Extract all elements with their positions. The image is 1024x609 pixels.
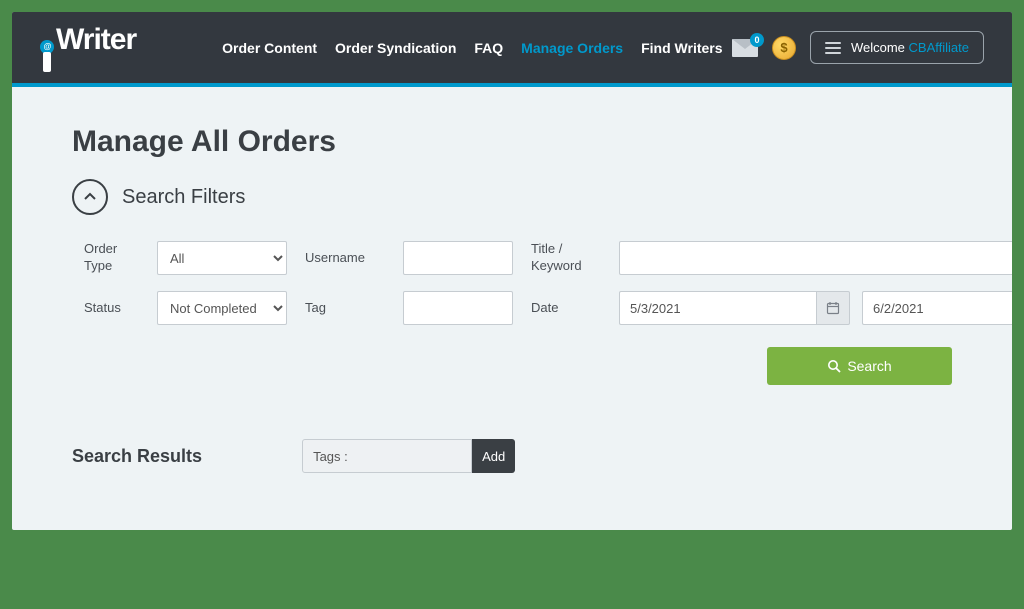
date-to-input[interactable] — [862, 291, 1012, 325]
nav-find-writers[interactable]: Find Writers — [641, 40, 722, 56]
logo[interactable]: @ Writer — [40, 23, 136, 72]
filters-header: Search Filters — [72, 179, 952, 215]
welcome-prefix: Welcome — [851, 40, 909, 55]
hamburger-icon — [825, 42, 841, 54]
chevron-up-icon — [83, 190, 97, 204]
order-type-select[interactable]: All — [157, 241, 287, 275]
date-label: Date — [531, 300, 601, 317]
topbar: @ Writer Order Content Order Syndication… — [12, 12, 1012, 87]
date-from-input[interactable] — [619, 291, 816, 325]
calendar-icon — [826, 301, 840, 315]
add-tag-button[interactable]: Add — [472, 439, 515, 473]
search-button-label: Search — [847, 358, 891, 374]
results-row: Search Results Add — [72, 439, 952, 473]
page-title: Manage All Orders — [72, 125, 952, 159]
app-frame: @ Writer Order Content Order Syndication… — [12, 12, 1012, 530]
date-row — [619, 291, 1012, 325]
order-type-label: Order Type — [84, 241, 139, 275]
tag-input[interactable] — [403, 291, 513, 325]
nav-faq[interactable]: FAQ — [474, 40, 503, 56]
logo-text: Writer — [56, 23, 136, 57]
tag-label: Tag — [305, 300, 385, 317]
logo-i-icon: @ — [40, 40, 54, 72]
search-button-row: Search — [72, 347, 952, 385]
nav-order-content[interactable]: Order Content — [222, 40, 317, 56]
nav: Order Content Order Syndication FAQ Mana… — [222, 40, 722, 56]
nav-order-syndication[interactable]: Order Syndication — [335, 40, 456, 56]
title-keyword-label: Title / Keyword — [531, 241, 601, 275]
mail-badge: 0 — [750, 33, 764, 47]
username-input[interactable] — [403, 241, 513, 275]
welcome-text: Welcome CBAffiliate — [851, 40, 969, 55]
search-button[interactable]: Search — [767, 347, 952, 385]
results-title: Search Results — [72, 446, 202, 467]
search-icon — [827, 359, 841, 373]
nav-manage-orders[interactable]: Manage Orders — [521, 40, 623, 56]
status-label: Status — [84, 300, 139, 317]
mail-button[interactable]: 0 — [732, 39, 758, 57]
logo-stem — [43, 52, 51, 72]
tags-input[interactable] — [302, 439, 472, 473]
title-keyword-input[interactable] — [619, 241, 1012, 275]
date-to-group — [862, 291, 1012, 325]
status-select[interactable]: Not Completed — [157, 291, 287, 325]
nav-right: 0 $ Welcome CBAffiliate — [732, 31, 984, 64]
username-label: Username — [305, 250, 385, 267]
date-from-picker-button[interactable] — [816, 291, 850, 325]
welcome-user: CBAffiliate — [909, 40, 969, 55]
filters-title: Search Filters — [122, 186, 245, 209]
user-menu[interactable]: Welcome CBAffiliate — [810, 31, 984, 64]
filters-grid: Order Type All Username Title / Keyword … — [84, 241, 952, 325]
tags-group: Add — [302, 439, 515, 473]
coin-icon[interactable]: $ — [772, 36, 796, 60]
collapse-filters-button[interactable] — [72, 179, 108, 215]
content: Manage All Orders Search Filters Order T… — [12, 87, 1012, 493]
date-from-group — [619, 291, 850, 325]
